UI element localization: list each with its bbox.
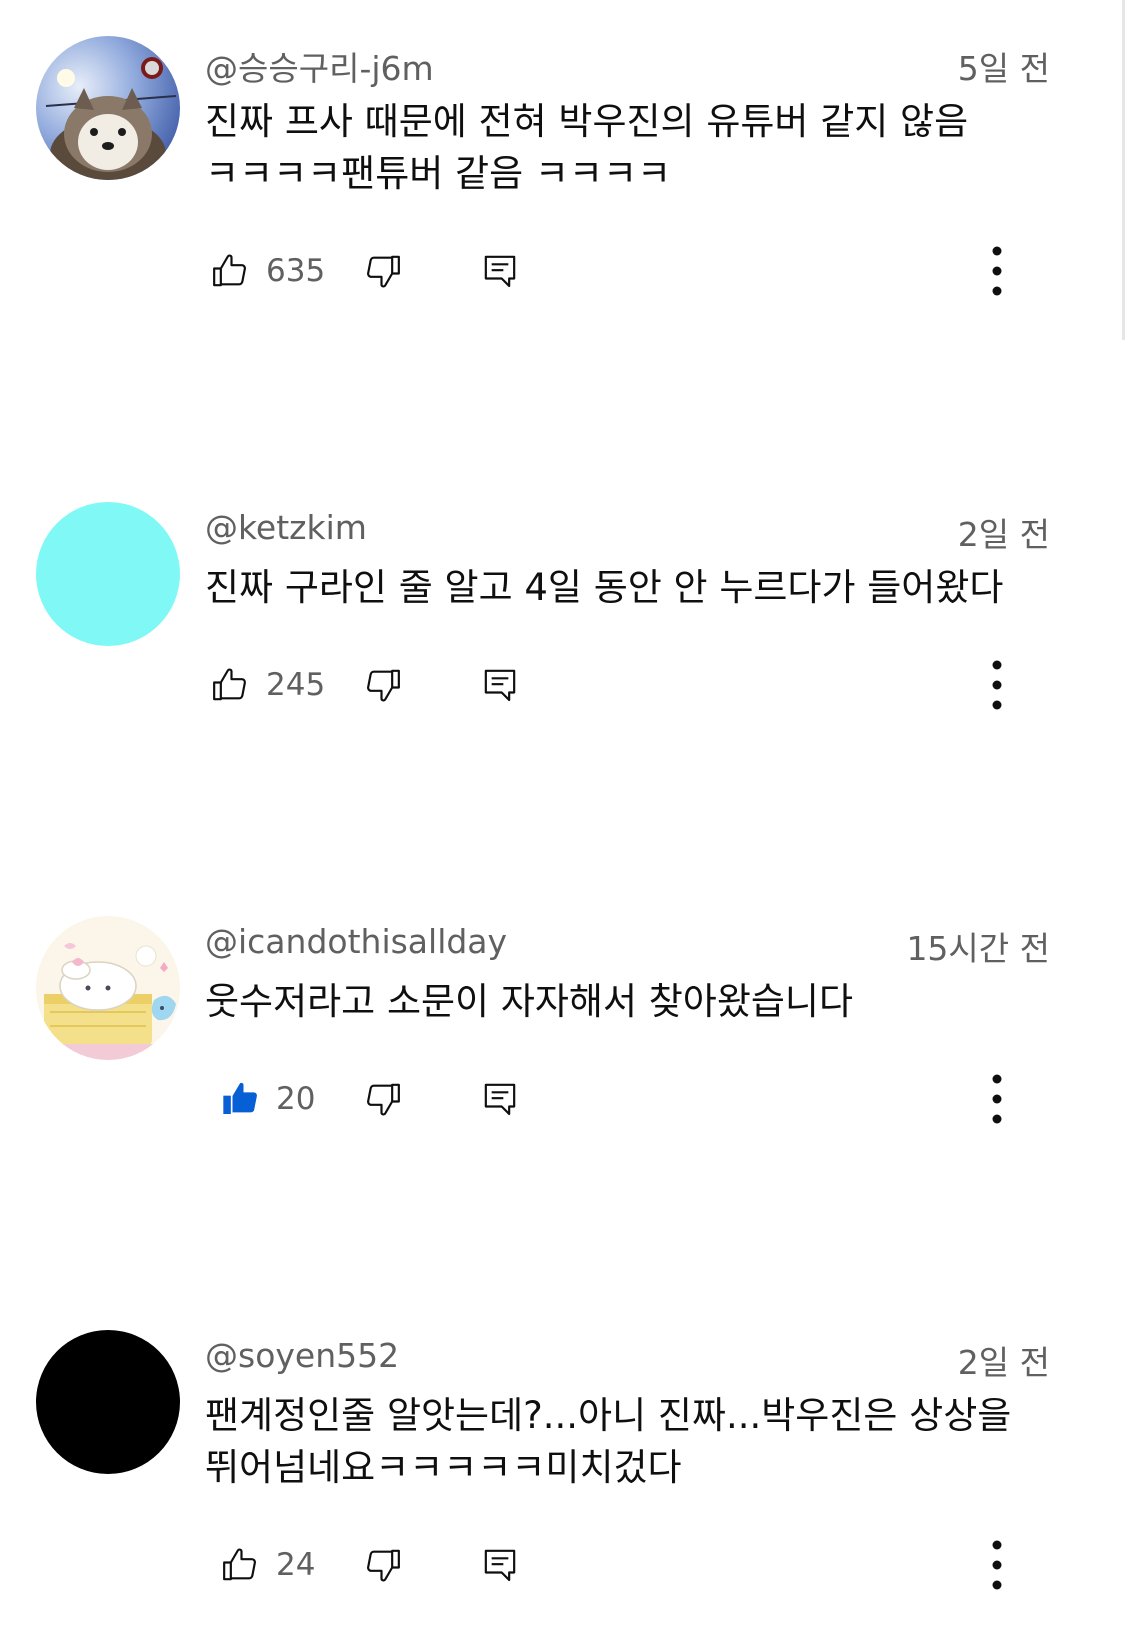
- thumb-down-icon: [367, 255, 400, 288]
- more-vertical-icon: [992, 660, 1002, 710]
- comment-actions: 20: [205, 1074, 1055, 1124]
- like-button[interactable]: 20: [220, 1074, 315, 1124]
- thumb-up-icon: [213, 254, 246, 287]
- like-count: 24: [276, 1547, 316, 1583]
- thumb-down-icon: [367, 1083, 400, 1116]
- thumb-up-icon: [213, 668, 246, 701]
- comment-actions: 24: [205, 1540, 1055, 1590]
- comment-actions: 245: [205, 660, 1055, 710]
- like-button[interactable]: 24: [220, 1540, 315, 1590]
- comment-author[interactable]: @ketzkim: [205, 508, 367, 547]
- dislike-button[interactable]: [363, 660, 403, 710]
- avatar[interactable]: [36, 36, 180, 180]
- thumb-down-icon: [367, 1549, 400, 1582]
- comment-author[interactable]: @soyen552: [205, 1336, 399, 1375]
- cyan-circle-avatar-icon: [36, 502, 180, 646]
- comment-time: 15시간 전: [906, 929, 1050, 968]
- comment-author[interactable]: @icandothisallday: [205, 922, 507, 961]
- comment-author[interactable]: @승승구리-j6m: [205, 42, 434, 90]
- avatar[interactable]: [36, 502, 180, 646]
- avatar[interactable]: [36, 916, 180, 1060]
- comment-actions: 635: [205, 246, 1055, 296]
- like-count: 20: [276, 1081, 316, 1117]
- comment-time: 5일 전: [957, 49, 1050, 88]
- like-count: 635: [266, 253, 326, 289]
- dislike-button[interactable]: [363, 1074, 403, 1124]
- more-options-button[interactable]: [991, 246, 1003, 296]
- like-button[interactable]: 245: [210, 660, 325, 710]
- comment-text: 웃수저라고 소문이 자자해서 찾아왔습니다: [205, 980, 854, 1023]
- dislike-button[interactable]: [363, 1540, 403, 1590]
- dislike-button[interactable]: [363, 246, 403, 296]
- reply-button[interactable]: [480, 246, 520, 296]
- comment-time: 2일 전: [957, 1343, 1050, 1382]
- reply-comment-icon: [484, 255, 516, 288]
- like-count: 245: [266, 667, 326, 703]
- more-options-button[interactable]: [991, 1074, 1003, 1124]
- reply-comment-icon: [484, 1083, 516, 1116]
- reply-button[interactable]: [480, 660, 520, 710]
- more-options-button[interactable]: [991, 660, 1003, 710]
- comment-text: 진짜 프사 때문에 전혀 박우진의 유튜버 같지 않음 ㅋㅋㅋㅋ팬튜버 같음 ㅋ…: [205, 100, 969, 195]
- comment-text: 진짜 구라인 줄 알고 4일 동안 안 누르다가 들어왔다: [205, 566, 1004, 609]
- comment-text: 팬계정인줄 알앗는데?...아니 진짜...박우진은 상상을 뛰어넘네요ㅋㅋㅋㅋ…: [205, 1394, 1012, 1489]
- more-vertical-icon: [992, 1074, 1002, 1124]
- more-options-button[interactable]: [991, 1540, 1003, 1590]
- black-circle-avatar-icon: [36, 1330, 180, 1474]
- reply-comment-icon: [484, 1549, 516, 1582]
- thumb-down-icon: [367, 669, 400, 702]
- reply-button[interactable]: [480, 1540, 520, 1590]
- avatar[interactable]: [36, 1330, 180, 1474]
- like-button[interactable]: 635: [210, 246, 325, 296]
- husky-avatar-icon: [36, 36, 180, 180]
- reply-button[interactable]: [480, 1074, 520, 1124]
- more-vertical-icon: [992, 1540, 1002, 1590]
- reply-comment-icon: [484, 669, 516, 702]
- cinnamoroll-avatar-icon: [36, 916, 180, 1060]
- more-vertical-icon: [992, 246, 1002, 296]
- thumb-up-icon: [223, 1548, 256, 1581]
- thumb-up-filled-icon: [223, 1082, 257, 1114]
- comment-time: 2일 전: [957, 515, 1050, 554]
